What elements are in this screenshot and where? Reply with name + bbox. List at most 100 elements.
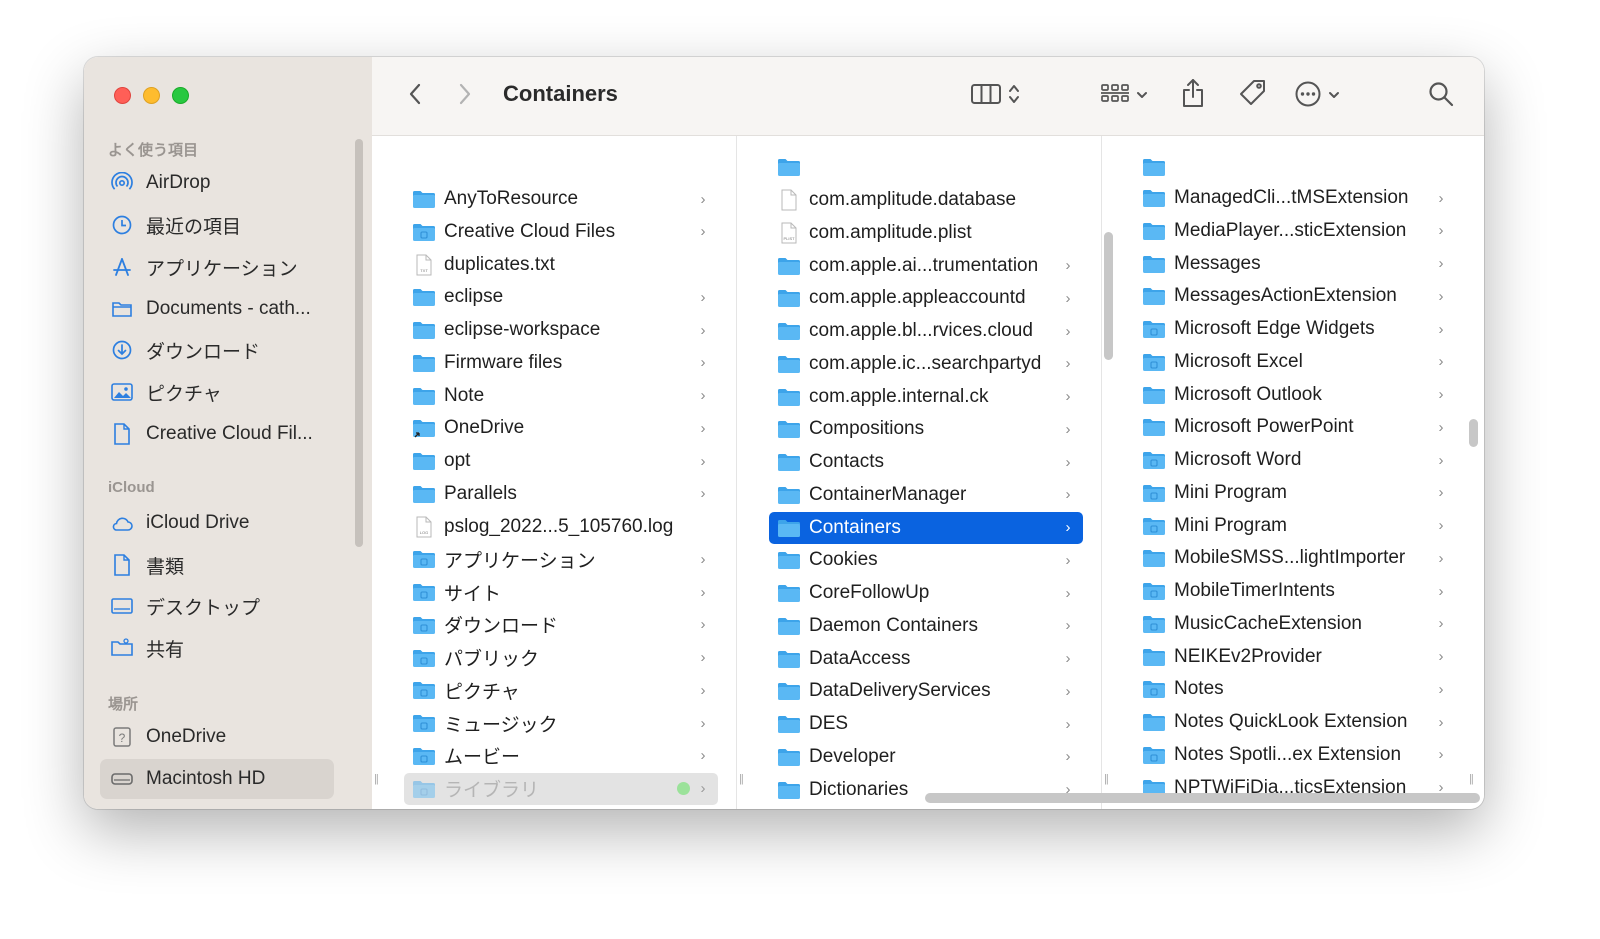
zoom-window-button[interactable] xyxy=(172,87,189,104)
list-item[interactable]: Microsoft PowerPoint › xyxy=(1134,411,1456,443)
list-item[interactable]: Notes › xyxy=(1134,673,1456,705)
sidebar-item-icloud-drive[interactable]: iCloud Drive xyxy=(100,503,334,543)
list-item[interactable]: ContainerManager › xyxy=(769,479,1083,511)
share-button[interactable] xyxy=(1178,77,1208,113)
sidebar-item-pictures[interactable]: ピクチャ xyxy=(100,372,334,412)
sidebar-item-recents[interactable]: 最近の項目 xyxy=(100,205,334,245)
list-item[interactable]: DataAccess › xyxy=(769,643,1083,675)
list-item[interactable]: Microsoft Edge Widgets › xyxy=(1134,313,1456,345)
list-item[interactable]: Messages › xyxy=(1134,248,1456,280)
list-item[interactable]: Mini Program › xyxy=(1134,477,1456,509)
list-item[interactable]: ピクチャ › xyxy=(404,674,718,706)
list-item-partial[interactable] xyxy=(769,151,1083,183)
list-item[interactable]: ムービー › xyxy=(404,740,718,772)
column-2-scrollbar[interactable] xyxy=(1104,232,1113,360)
group-button[interactable] xyxy=(1094,79,1154,113)
list-item[interactable]: ダウンロード › xyxy=(404,609,718,641)
back-button[interactable] xyxy=(400,81,430,111)
list-item[interactable]: Daemon Containers › xyxy=(769,610,1083,642)
shared-folder-icon xyxy=(110,636,134,660)
list-item[interactable]: Mini Program › xyxy=(1134,510,1456,542)
item-name: パブリック xyxy=(444,649,540,670)
item-name: Microsoft Excel xyxy=(1174,350,1303,372)
list-item[interactable]: Cookies › xyxy=(769,544,1083,576)
list-item[interactable]: PLIST com.amplitude.plist xyxy=(769,217,1083,249)
sidebar-item-label: Documents - cath... xyxy=(146,298,311,319)
list-item[interactable]: MobileTimerIntents › xyxy=(1134,575,1456,607)
list-item[interactable]: CoreFollowUp › xyxy=(769,577,1083,609)
folder-icon xyxy=(777,451,801,473)
more-actions-button[interactable] xyxy=(1286,79,1348,113)
list-item[interactable]: MusicCacheExtension › xyxy=(1134,608,1456,640)
list-item[interactable]: com.apple.appleaccountd › xyxy=(769,282,1083,314)
sidebar-item-downloads[interactable]: ダウンロード xyxy=(100,330,334,370)
list-item[interactable]: Notes Spotli...ex Extension › xyxy=(1134,739,1456,771)
list-item[interactable]: Contacts › xyxy=(769,446,1083,478)
sidebar-item-shared[interactable]: 共有 xyxy=(100,628,334,668)
list-item[interactable]: Creative Cloud Files › xyxy=(404,216,718,248)
folder-icon xyxy=(412,483,436,505)
column-resize-handle[interactable]: || xyxy=(1104,773,1109,785)
column-resize-handle[interactable]: || xyxy=(1469,773,1474,785)
list-item[interactable]: LOG pslog_2022...5_105760.log xyxy=(404,511,718,543)
close-window-button[interactable] xyxy=(114,87,131,104)
list-item[interactable]: アプリケーション › xyxy=(404,543,718,575)
forward-button[interactable] xyxy=(450,81,480,111)
tag-button[interactable] xyxy=(1236,77,1270,113)
horizontal-scrollbar[interactable] xyxy=(925,793,1480,803)
list-item[interactable]: Compositions › xyxy=(769,413,1083,445)
sidebar-item-icloud-documents[interactable]: 書類 xyxy=(100,545,334,585)
item-name: ライブラリ xyxy=(444,780,540,801)
list-item[interactable]: com.apple.internal.ck › xyxy=(769,381,1083,413)
list-item-partial[interactable] xyxy=(1134,151,1456,183)
sidebar-item-onedrive[interactable]: ? OneDrive xyxy=(100,717,334,757)
list-item[interactable]: Parallels › xyxy=(404,478,718,510)
sidebar-item-desktop[interactable]: デスクトップ xyxy=(100,586,334,626)
list-item[interactable]: Microsoft Outlook › xyxy=(1134,379,1456,411)
list-item[interactable]: MediaPlayer...sticExtension › xyxy=(1134,215,1456,247)
list-item[interactable]: ManagedCli...tMSExtension › xyxy=(1134,182,1456,214)
search-button[interactable] xyxy=(1424,79,1458,113)
list-item[interactable]: opt › xyxy=(404,445,718,477)
column-resize-handle[interactable]: || xyxy=(374,773,379,785)
sidebar-scrollbar[interactable] xyxy=(355,139,363,547)
list-item[interactable]: Microsoft Word › xyxy=(1134,444,1456,476)
list-item[interactable]: サイト › xyxy=(404,576,718,608)
sidebar-item-airdrop[interactable]: AirDrop xyxy=(100,163,334,203)
list-item[interactable]: NEIKEv2Provider › xyxy=(1134,641,1456,673)
sidebar-item-creative-cloud[interactable]: Creative Cloud Fil... xyxy=(100,414,334,454)
list-item[interactable]: MobileSMSS...lightImporter › xyxy=(1134,542,1456,574)
list-item[interactable]: DES › xyxy=(769,708,1083,740)
list-item[interactable]: com.apple.ic...searchpartyd › xyxy=(769,348,1083,380)
minimize-window-button[interactable] xyxy=(143,87,160,104)
list-item[interactable]: Firmware files › xyxy=(404,347,718,379)
list-item[interactable]: OneDrive › xyxy=(404,412,718,444)
view-mode-button[interactable] xyxy=(960,79,1030,113)
list-item[interactable]: Notes QuickLook Extension › xyxy=(1134,706,1456,738)
list-item[interactable]: com.amplitude.database xyxy=(769,184,1083,216)
list-item[interactable]: Note › xyxy=(404,380,718,412)
list-item[interactable]: com.apple.bl...rvices.cloud › xyxy=(769,315,1083,347)
file-icon: PLIST xyxy=(777,222,801,244)
column-resize-handle[interactable]: || xyxy=(739,773,744,785)
list-item[interactable]: Microsoft Excel › xyxy=(1134,346,1456,378)
list-item[interactable]: ライブラリ › xyxy=(404,772,718,805)
sidebar-item-documents[interactable]: Documents - cath... xyxy=(100,289,334,329)
list-item[interactable]: Containers › xyxy=(769,511,1083,544)
list-item[interactable]: DataDeliveryServices › xyxy=(769,675,1083,707)
list-item[interactable]: eclipse › xyxy=(404,281,718,313)
list-item[interactable]: com.apple.ai...trumentation › xyxy=(769,250,1083,282)
column-3-scrollbar[interactable] xyxy=(1469,419,1478,447)
list-item[interactable]: パブリック › xyxy=(404,642,718,674)
list-item[interactable]: TXT duplicates.txt xyxy=(404,249,718,281)
list-item[interactable]: AnyToResource › xyxy=(404,183,718,215)
chevron-right-icon: › xyxy=(700,452,706,470)
sidebar-item-macintosh-hd[interactable]: Macintosh HD xyxy=(100,759,334,799)
sidebar-item-applications[interactable]: アプリケーション xyxy=(100,247,334,287)
list-item[interactable]: MessagesActionExtension › xyxy=(1134,280,1456,312)
list-item[interactable]: Numbers› xyxy=(1134,804,1456,809)
list-item[interactable]: Developer › xyxy=(769,741,1083,773)
list-item[interactable]: ミュージック › xyxy=(404,707,718,739)
list-item[interactable]: eclipse-workspace › xyxy=(404,314,718,346)
list-item[interactable]: DoNotDisturb› xyxy=(769,806,1083,809)
